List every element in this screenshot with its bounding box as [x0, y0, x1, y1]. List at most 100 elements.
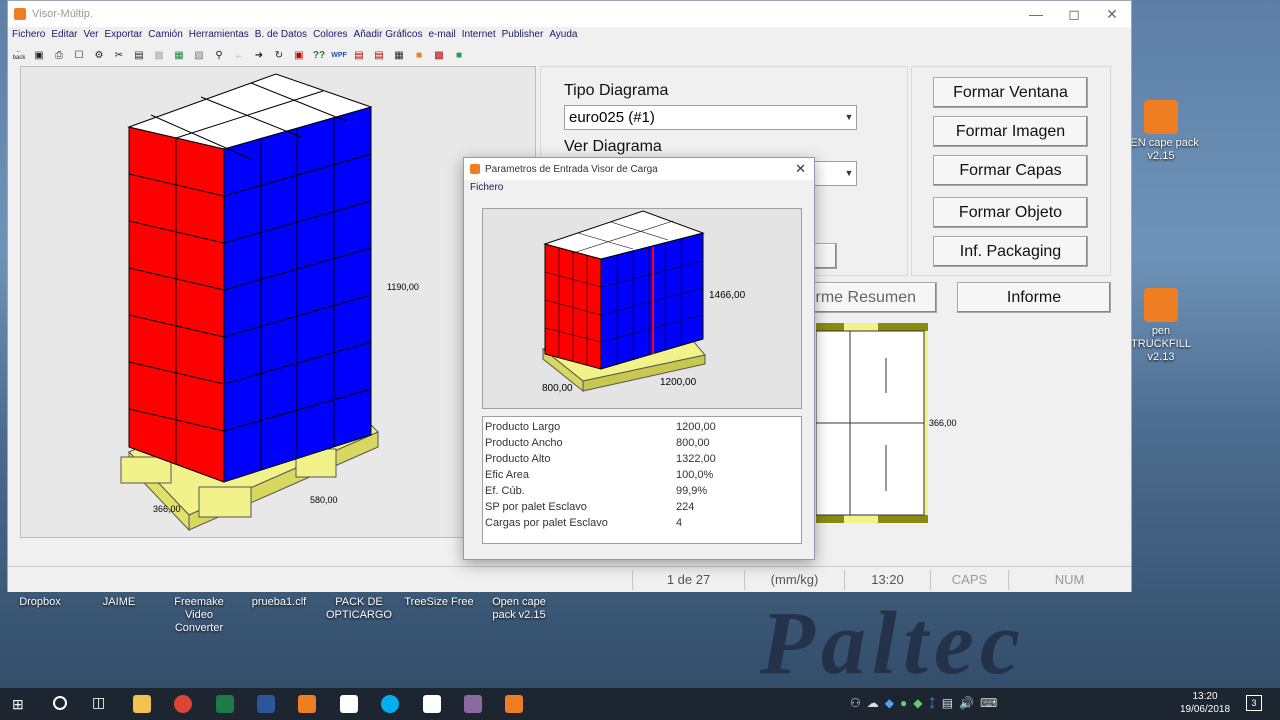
capepack-task-icon[interactable]: [464, 695, 482, 713]
rotate-icon[interactable]: ↻: [271, 47, 287, 63]
excel-icon[interactable]: [216, 695, 234, 713]
skype-icon[interactable]: [381, 695, 399, 713]
onedrive-icon[interactable]: [340, 695, 358, 713]
chrome-icon[interactable]: [174, 695, 192, 713]
cortana-icon[interactable]: [53, 696, 67, 710]
desktop-icon-label: prueba1.clf: [251, 596, 307, 608]
menu-camion[interactable]: Camión: [148, 27, 188, 45]
help-icon[interactable]: ??: [311, 47, 327, 63]
people-icon[interactable]: ⚇: [850, 696, 861, 712]
arrow-left-icon[interactable]: ←: [231, 47, 247, 63]
desktop-icon-truckfill[interactable]: pen TRUCKFILL v2.13: [1122, 288, 1200, 364]
formar-ventana-button[interactable]: Formar Ventana: [933, 77, 1088, 108]
param-name: Producto Ancho: [485, 437, 563, 449]
chart-icon[interactable]: ▩: [431, 47, 447, 63]
layout-icon[interactable]: ▦: [391, 47, 407, 63]
windows-start-icon[interactable]: ⊞: [12, 696, 28, 712]
desktop-icon-dropbox[interactable]: Dropbox: [1, 596, 79, 609]
menu-email[interactable]: e-mail: [428, 27, 461, 45]
back-label: back: [12, 55, 26, 61]
arrow-right-icon[interactable]: ➜: [251, 47, 267, 63]
tray-dropbox-icon[interactable]: ◆: [885, 696, 894, 712]
dialog-pallet-view: 1466,00 1200,00 800,00: [482, 208, 802, 409]
copy-icon[interactable]: ▩: [151, 47, 167, 63]
menu-exportar[interactable]: Exportar: [105, 27, 149, 45]
param-value: 1200,00: [676, 421, 716, 433]
desktop-icon-opencapepack[interactable]: PEN cape pack v2.15: [1122, 100, 1200, 163]
main-pallet-view[interactable]: 1190,00 580,00 366,00: [20, 66, 536, 538]
desktop-icon-prueba[interactable]: prueba1.clf: [240, 596, 318, 609]
param-value: 800,00: [676, 437, 710, 449]
image-icon[interactable]: ▦: [171, 47, 187, 63]
formar-capas-button[interactable]: Formar Capas: [933, 155, 1088, 186]
close-button[interactable]: ✕: [1093, 1, 1131, 27]
explorer-icon[interactable]: [133, 695, 151, 713]
report2-icon[interactable]: ▤: [371, 47, 387, 63]
tray-network-icon[interactable]: ▤: [942, 696, 953, 712]
notepad-icon[interactable]: [423, 695, 441, 713]
minimize-button[interactable]: —: [1017, 1, 1055, 27]
zoom-icon[interactable]: ⚲: [211, 47, 227, 63]
settings-icon[interactable]: ⚙: [91, 47, 107, 63]
desktop-icon-capepack[interactable]: Open cape pack v2.15: [480, 596, 558, 622]
outlook-icon[interactable]: [298, 695, 316, 713]
clock[interactable]: 13:20 19/06/2018: [1170, 690, 1240, 716]
tray-bluetooth-icon[interactable]: ᛨ: [928, 696, 935, 712]
tipo-diagrama-select[interactable]: euro025 (#1) ▼: [564, 105, 857, 130]
menu-internet[interactable]: Internet: [462, 27, 502, 45]
keyboard-icon[interactable]: ⌨: [980, 696, 997, 712]
print-icon[interactable]: ⎙: [51, 47, 67, 63]
document-icon[interactable]: ▤: [131, 47, 147, 63]
formar-imagen-button[interactable]: Formar Imagen: [933, 116, 1088, 147]
word-icon[interactable]: [257, 695, 275, 713]
desktop-icon-opticargo[interactable]: PACK DE OPTICARGO: [320, 596, 398, 622]
back-button[interactable]: ← back: [11, 47, 27, 63]
desktop-icon-jaime[interactable]: JAIME: [80, 596, 158, 609]
dialog-menu-fichero[interactable]: Fichero: [464, 180, 814, 196]
maximize-button[interactable]: ◻: [1055, 1, 1093, 27]
table-row: Efic Area 100,0%: [483, 467, 801, 483]
informe-button[interactable]: Informe: [957, 282, 1111, 313]
table-row: Ef. Cúb. 99,9%: [483, 483, 801, 499]
param-name: Efic Area: [485, 469, 530, 481]
cut-icon[interactable]: ✂: [111, 47, 127, 63]
pallet-icon[interactable]: ▣: [291, 47, 307, 63]
tray-cloud-icon[interactable]: ☁: [867, 696, 879, 712]
taskbar: ⊞ ◫ ⚇ ☁ ◆ ● ◆ ᛨ ▤ 🔊 ⌨ 13:20 19/06/2018 3: [0, 688, 1280, 720]
table-row: Producto Ancho 800,00: [483, 435, 801, 451]
notification-icon[interactable]: 3: [1246, 695, 1262, 711]
menu-bar: Fichero Editar Ver Exportar Camión Herra…: [8, 27, 1131, 45]
preview-icon[interactable]: ☐: [71, 47, 87, 63]
save-icon[interactable]: ▣: [31, 47, 47, 63]
formar-objeto-button[interactable]: Formar Objeto: [933, 197, 1088, 228]
notification-count: 3: [1251, 698, 1257, 708]
menu-ayuda[interactable]: Ayuda: [549, 27, 583, 45]
tray-shield-icon[interactable]: ◆: [913, 696, 922, 712]
volume-icon[interactable]: 🔊: [959, 696, 974, 712]
menu-editar[interactable]: Editar: [51, 27, 83, 45]
menu-publisher[interactable]: Publisher: [502, 27, 550, 45]
desktop-icon-treesize[interactable]: TreeSize Free: [400, 596, 478, 609]
table-row: Producto Alto 1322,00: [483, 451, 801, 467]
cape-icon[interactable]: ■: [411, 47, 427, 63]
dialog-close-icon[interactable]: ✕: [795, 161, 806, 177]
report-icon[interactable]: ▤: [351, 47, 367, 63]
menu-anadir-graficos[interactable]: Añadir Gráficos: [354, 27, 429, 45]
inf-packaging-button[interactable]: Inf. Packaging: [933, 236, 1088, 267]
visor-task-icon[interactable]: [505, 695, 523, 713]
truckfill-icon: [1144, 288, 1178, 322]
desktop-icon-label: JAIME: [102, 596, 136, 608]
desktop-icon-freemake[interactable]: Freemake Video Converter: [160, 596, 238, 635]
grid-icon[interactable]: ▧: [191, 47, 207, 63]
wpf-icon[interactable]: WPF: [331, 47, 347, 63]
menu-ver[interactable]: Ver: [83, 27, 104, 45]
menu-bdatos[interactable]: B. de Datos: [255, 27, 313, 45]
task-view-icon[interactable]: ◫: [92, 694, 105, 711]
menu-colores[interactable]: Colores: [313, 27, 353, 45]
green-icon[interactable]: ■: [451, 47, 467, 63]
window-title: Visor-Múltip.: [32, 8, 93, 20]
menu-fichero[interactable]: Fichero: [12, 27, 51, 45]
app-icon: [14, 8, 26, 20]
menu-herramientas[interactable]: Herramientas: [189, 27, 255, 45]
tray-green-icon[interactable]: ●: [900, 696, 907, 712]
